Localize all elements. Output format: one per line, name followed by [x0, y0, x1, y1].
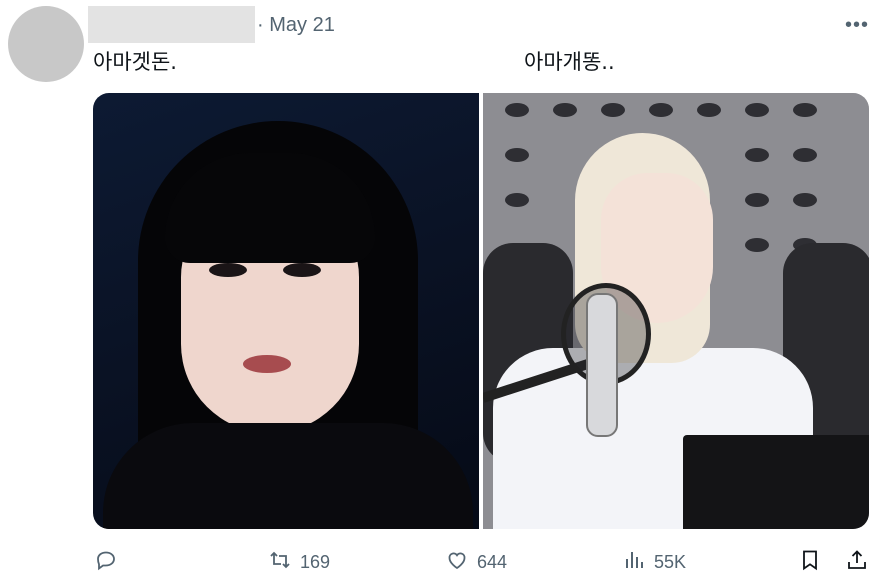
views-button[interactable]: 55K: [622, 548, 686, 577]
separator: ·: [257, 14, 264, 36]
like-count: 644: [477, 552, 508, 572]
like-button[interactable]: 644: [445, 548, 507, 577]
views-count: 55K: [654, 552, 687, 572]
views-icon: [622, 548, 646, 577]
more-icon[interactable]: •••: [845, 14, 869, 37]
post-date[interactable]: May 21: [269, 14, 335, 36]
retweet-icon: [268, 548, 292, 577]
share-icon: [845, 548, 869, 577]
share-button[interactable]: [845, 548, 869, 577]
photo-right[interactable]: [483, 93, 869, 529]
photo-left[interactable]: [93, 93, 479, 529]
bookmark-icon: [798, 548, 822, 577]
avatar[interactable]: [8, 6, 84, 82]
retweet-count: 169: [300, 552, 331, 572]
heart-icon: [445, 548, 469, 577]
caption-right: 아마개똥..: [524, 50, 615, 74]
reply-button[interactable]: [94, 548, 118, 577]
bookmark-button[interactable]: [798, 548, 822, 577]
reply-icon: [94, 548, 118, 577]
action-bar: 169 644 55K: [0, 548, 877, 580]
media-grid: [93, 93, 869, 529]
username-redacted[interactable]: [88, 6, 255, 43]
post-meta: · May 21: [257, 14, 335, 37]
caption-left: 아마겟돈.: [93, 50, 177, 74]
retweet-button[interactable]: 169: [268, 548, 330, 577]
